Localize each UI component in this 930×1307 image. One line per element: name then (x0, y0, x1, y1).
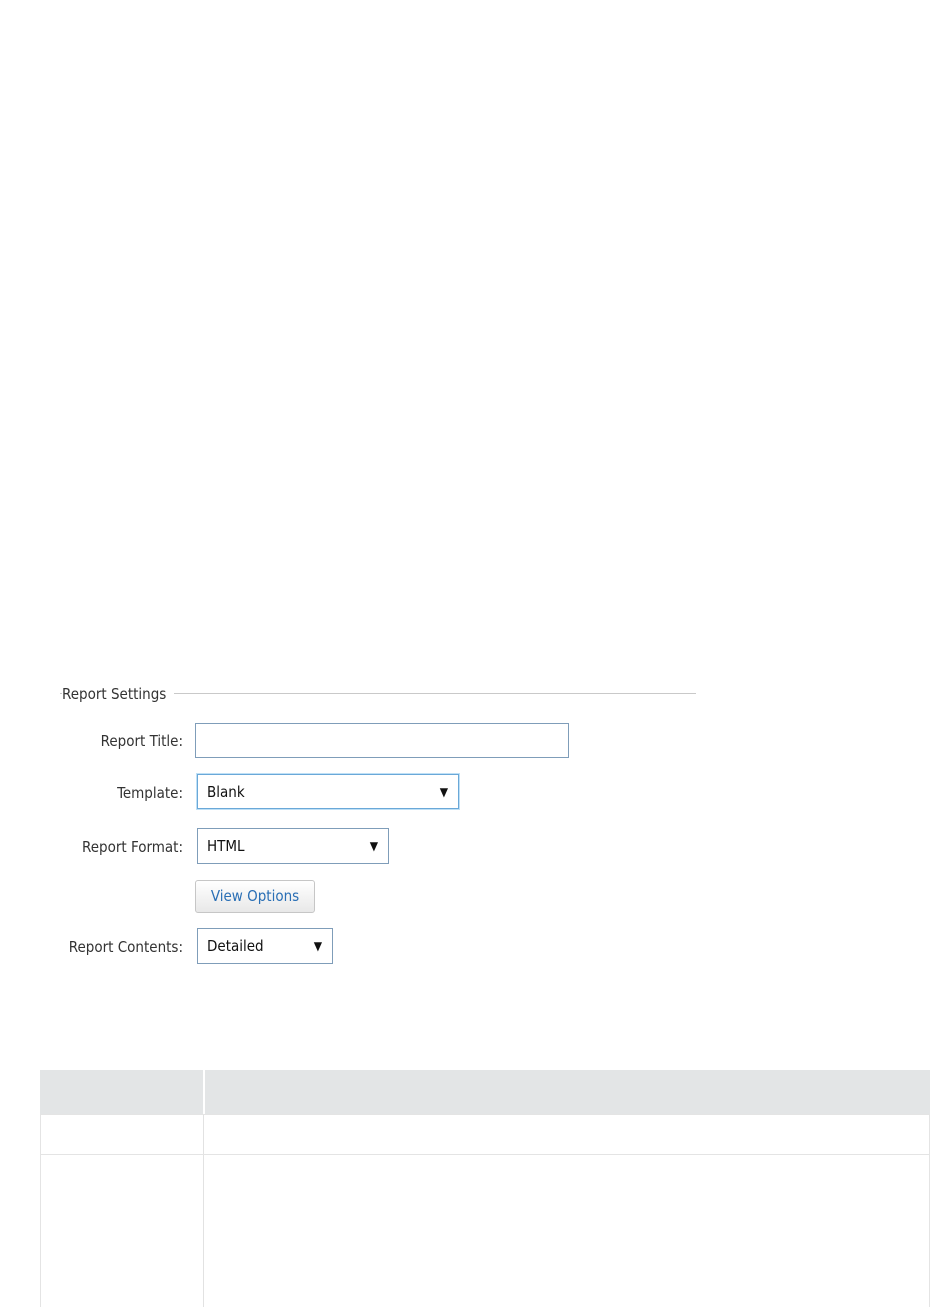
template-select[interactable]: Blank ▼ (197, 774, 459, 809)
report-contents-select[interactable]: Detailed ▼ (197, 928, 333, 964)
report-format-label: Report Format: (82, 838, 183, 856)
table-header (40, 1070, 930, 1114)
report-contents-label: Report Contents: (68, 938, 183, 956)
report-settings-legend: Report Settings (62, 685, 175, 703)
caret-down-icon: ▼ (313, 939, 322, 953)
template-label: Template: (117, 784, 183, 802)
table-row (40, 1114, 930, 1115)
report-contents-selected-value: Detailed (207, 937, 264, 955)
report-format-selected-value: HTML (207, 837, 245, 855)
caret-down-icon: ▼ (369, 839, 378, 853)
report-settings-fieldset: Report Settings (60, 684, 696, 710)
view-options-button[interactable]: View Options (195, 880, 315, 913)
table-row (40, 1154, 930, 1155)
report-title-input[interactable] (195, 723, 569, 758)
options-table (40, 1070, 930, 1307)
table-header-divider (203, 1070, 205, 1114)
report-title-label: Report Title: (100, 732, 183, 750)
table-column-divider (203, 1114, 204, 1307)
table-left-border (40, 1114, 41, 1307)
template-selected-value: Blank (207, 783, 245, 801)
report-format-select[interactable]: HTML ▼ (197, 828, 389, 864)
caret-down-icon: ▼ (439, 785, 448, 799)
